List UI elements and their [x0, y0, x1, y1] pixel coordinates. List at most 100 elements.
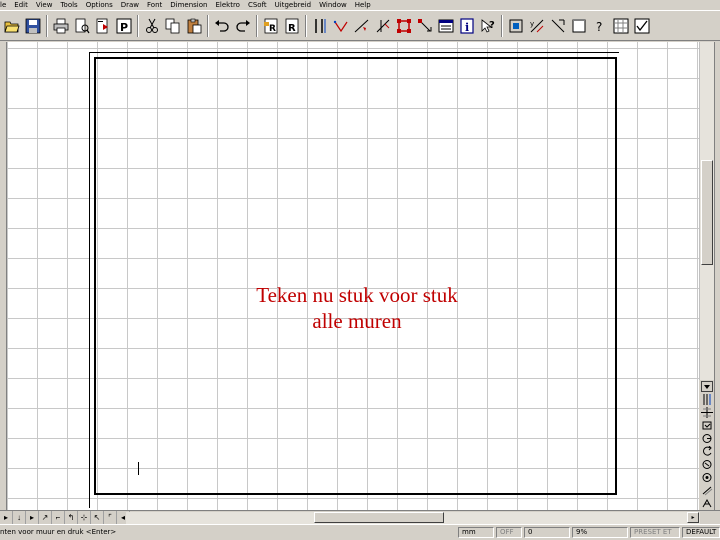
- menu-file[interactable]: le: [0, 0, 10, 10]
- coordinates-icon[interactable]: y: [527, 16, 547, 36]
- toolbar-separator: [303, 14, 309, 37]
- cad-window: le Edit View Tools Options Draw Font Dim…: [0, 0, 720, 540]
- menu-tools[interactable]: Tools: [56, 0, 81, 10]
- scroll-right-icon[interactable]: ▸: [687, 512, 699, 523]
- status-zoom: 9%: [572, 527, 628, 538]
- nav-home-icon[interactable]: ⌐: [52, 511, 65, 524]
- svg-text:R: R: [269, 24, 276, 34]
- redraw-icon[interactable]: R: [282, 16, 302, 36]
- undo-icon[interactable]: [212, 16, 232, 36]
- text-cursor: [138, 462, 139, 475]
- vertical-scroll-thumb[interactable]: [701, 160, 713, 265]
- snap-icon[interactable]: [548, 16, 568, 36]
- rotate-icon[interactable]: [699, 419, 714, 432]
- menu-dimension[interactable]: Dimension: [166, 0, 211, 10]
- target-icon[interactable]: [699, 471, 714, 484]
- menu-bar: le Edit View Tools Options Draw Font Dim…: [0, 0, 720, 10]
- nav-last-icon[interactable]: ↗: [39, 511, 52, 524]
- reference-icon[interactable]: R: [261, 16, 281, 36]
- status-layer[interactable]: DEFAULT: [682, 527, 720, 538]
- vertical-scrollbar[interactable]: [699, 42, 714, 380]
- nav-add-icon[interactable]: ⊹: [78, 511, 91, 524]
- sheet-nav-buttons: ▸ ↓ ▸ ↗ ⌐ ↰ ⊹ ↖ ⌜ ◂: [0, 511, 130, 524]
- cut-icon[interactable]: [142, 16, 162, 36]
- mirror-icon[interactable]: [699, 458, 714, 471]
- toolbar-separator: [205, 14, 211, 37]
- trim-icon[interactable]: [373, 16, 393, 36]
- menu-elektro[interactable]: Elektro: [211, 0, 243, 10]
- circle-arc-icon[interactable]: [699, 432, 714, 445]
- menu-font[interactable]: Font: [143, 0, 166, 10]
- right-tool-column: [699, 380, 714, 510]
- caption-line-1: Teken nu stuk voor stuk: [256, 283, 458, 307]
- status-units: mm: [458, 527, 494, 538]
- wall-tool-icon[interactable]: [699, 393, 714, 406]
- zoom-window-icon[interactable]: [506, 16, 526, 36]
- svg-text:R: R: [288, 23, 296, 34]
- angle-icon[interactable]: [331, 16, 351, 36]
- sheet-border-inner: [94, 57, 617, 495]
- instruction-caption: Teken nu stuk voor stuk alle muren: [177, 282, 537, 334]
- menu-window[interactable]: Window: [315, 0, 351, 10]
- toolbar-separator: [44, 14, 50, 37]
- grid-snap-icon[interactable]: [699, 406, 714, 419]
- print-icon[interactable]: [51, 16, 71, 36]
- menu-csoft[interactable]: CSoft: [244, 0, 271, 10]
- menu-view[interactable]: View: [32, 0, 57, 10]
- toolbar-separator: [135, 14, 141, 37]
- command-prompt: nten voor muur en druk <Enter>: [0, 528, 117, 536]
- copy-rotate-icon[interactable]: [699, 445, 714, 458]
- svg-text:?: ?: [596, 20, 602, 34]
- status-bar: nten voor muur en druk <Enter> mm OFF 0 …: [0, 524, 720, 540]
- main-toolbar: P R R i ? y ?: [0, 10, 720, 41]
- bottom-bar: ▸ ↓ ▸ ↗ ⌐ ↰ ⊹ ↖ ⌜ ◂ ▸: [0, 510, 720, 524]
- info-icon[interactable]: i: [457, 16, 477, 36]
- help-pointer-icon[interactable]: ?: [478, 16, 498, 36]
- save-icon[interactable]: [23, 16, 43, 36]
- nav-up-icon[interactable]: ↰: [65, 511, 78, 524]
- grid-icon[interactable]: [611, 16, 631, 36]
- svg-text:?: ?: [489, 20, 495, 31]
- menu-edit[interactable]: Edit: [10, 0, 32, 10]
- toolbar-separator: [499, 14, 505, 37]
- right-window-edge: [714, 42, 720, 510]
- menu-uitgebreid[interactable]: Uitgebreid: [271, 0, 315, 10]
- copy-icon[interactable]: [163, 16, 183, 36]
- horizontal-scroll-thumb[interactable]: [314, 512, 444, 523]
- svg-text:y: y: [530, 20, 534, 28]
- print-preview-icon[interactable]: [72, 16, 92, 36]
- status-preset[interactable]: PRESET ET: [630, 527, 680, 538]
- paste-icon[interactable]: [184, 16, 204, 36]
- menu-options[interactable]: Options: [82, 0, 117, 10]
- caption-line-2: alle muren: [312, 309, 402, 333]
- toolbar-separator: [254, 14, 260, 37]
- menu-draw[interactable]: Draw: [117, 0, 143, 10]
- status-mode[interactable]: OFF: [496, 527, 522, 538]
- svg-text:i: i: [465, 21, 469, 34]
- rectangle-select-icon[interactable]: [394, 16, 414, 36]
- nav-remove-icon[interactable]: ↖: [91, 511, 104, 524]
- nav-mark-icon[interactable]: ⌜: [104, 511, 117, 524]
- svg-text:P: P: [120, 21, 128, 34]
- nav-next-icon[interactable]: ▸: [26, 511, 39, 524]
- properties-icon[interactable]: [436, 16, 456, 36]
- nav-prev-icon[interactable]: ↓: [13, 511, 26, 524]
- measure-icon[interactable]: [415, 16, 435, 36]
- open-folder-icon[interactable]: [2, 16, 22, 36]
- parallel-lines-icon[interactable]: [310, 16, 330, 36]
- status-value: 0: [524, 527, 570, 538]
- drawing-canvas[interactable]: Teken nu stuk voor stuk alle muren: [7, 42, 699, 510]
- horizontal-scrollbar[interactable]: ▸: [126, 512, 700, 524]
- export-icon[interactable]: [93, 16, 113, 36]
- offset-icon[interactable]: [699, 484, 714, 497]
- frame-icon[interactable]: [569, 16, 589, 36]
- layout-icon[interactable]: P: [114, 16, 134, 36]
- menu-help[interactable]: Help: [351, 0, 375, 10]
- line-tool-icon[interactable]: [352, 16, 372, 36]
- text-icon[interactable]: [699, 497, 714, 510]
- check-icon[interactable]: [632, 16, 652, 36]
- nav-first-icon[interactable]: ▸: [0, 511, 13, 524]
- scroll-down-icon[interactable]: [699, 380, 714, 393]
- redo-icon[interactable]: [233, 16, 253, 36]
- question-icon[interactable]: ?: [590, 16, 610, 36]
